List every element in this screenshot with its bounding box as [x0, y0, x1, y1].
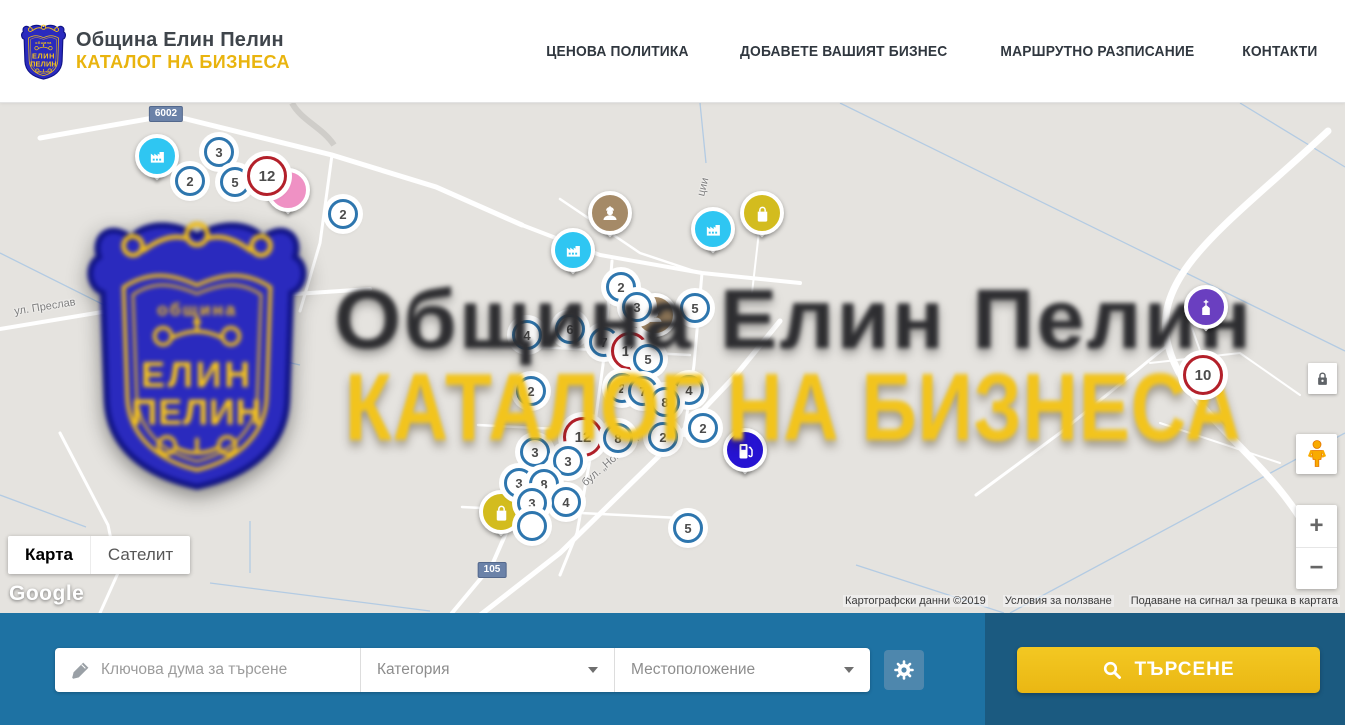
cluster-marker[interactable] — [517, 511, 547, 541]
factory-icon — [704, 220, 723, 239]
chevron-down-icon — [844, 667, 854, 673]
site-title-line1: Община Елин Пелин — [76, 29, 290, 52]
cluster-marker[interactable]: 5 — [673, 513, 703, 543]
cluster-marker[interactable]: 2 — [648, 422, 678, 452]
shopping-bag-icon — [753, 204, 772, 223]
site-title-line2: КАТАЛОГ НА БИЗНЕСА — [76, 52, 290, 73]
cluster-marker[interactable]: 8 — [603, 423, 633, 453]
lock-button[interactable] — [1308, 363, 1337, 394]
header: Община Елин Пелин КАТАЛОГ НА БИЗНЕСА ЦЕН… — [0, 0, 1345, 103]
cluster-marker[interactable]: 3 — [204, 137, 234, 167]
search-fields: Категория Местоположение — [55, 648, 870, 692]
cluster-marker[interactable]: 12 — [247, 156, 287, 196]
location-select-label: Местоположение — [631, 661, 755, 679]
site-logo[interactable]: Община Елин Пелин КАТАЛОГ НА БИЗНЕСА — [20, 21, 290, 81]
cluster-marker[interactable]: 5 — [680, 293, 710, 323]
search-icon — [1102, 660, 1122, 680]
pin-factory[interactable] — [135, 134, 179, 178]
road-badge: 6002 — [149, 106, 183, 122]
cluster-marker[interactable]: 3 — [553, 446, 583, 476]
cluster-marker[interactable]: 4 — [551, 487, 581, 517]
attribution-terms-link[interactable]: Условия за ползване — [1003, 595, 1114, 607]
road-badge: 105 — [478, 562, 507, 578]
site-title: Община Елин Пелин КАТАЛОГ НА БИЗНЕСА — [76, 29, 290, 73]
factory-icon — [564, 241, 583, 260]
gear-icon — [892, 658, 916, 682]
street-view-pegman-button[interactable] — [1296, 434, 1337, 474]
pencil-icon — [71, 661, 89, 679]
cluster-marker[interactable]: 3 — [622, 292, 652, 322]
cluster-marker[interactable]: 3 — [520, 437, 550, 467]
nav-add-business[interactable]: ДОБАВЕТЕ ВАШИЯТ БИЗНЕС — [740, 43, 947, 60]
cluster-marker[interactable]: 2 — [175, 166, 205, 196]
fuel-pump-icon — [735, 440, 755, 460]
map-type-control: Карта Сателит — [8, 536, 190, 574]
cluster-marker[interactable]: 10 — [1183, 355, 1223, 395]
cluster-marker[interactable]: 4 — [512, 320, 542, 350]
shopping-bag-icon — [492, 503, 511, 522]
google-logo[interactable]: Google — [9, 582, 84, 606]
pin-factory[interactable] — [551, 228, 595, 272]
worker-icon — [600, 203, 620, 223]
location-select[interactable]: Местоположение — [614, 648, 870, 692]
advanced-options-button[interactable] — [884, 650, 924, 690]
cluster-marker[interactable]: 2 — [328, 199, 358, 229]
municipality-crest-icon — [20, 23, 67, 81]
keyword-field-wrap — [55, 648, 360, 692]
cluster-marker[interactable]: 5 — [220, 167, 250, 197]
attribution-copyright: Картографски данни ©2019 — [843, 595, 988, 607]
category-select[interactable]: Категория — [360, 648, 614, 692]
zoom-in-button[interactable]: + — [1296, 505, 1337, 548]
pin-church[interactable] — [1184, 285, 1228, 329]
pin-fuel[interactable] — [723, 428, 767, 472]
main-nav: ЦЕНОВА ПОЛИТИКА ДОБАВЕТЕ ВАШИЯТ БИЗНЕС М… — [540, 43, 1321, 60]
category-select-label: Категория — [377, 661, 449, 679]
pin-factory[interactable] — [691, 207, 735, 251]
cluster-marker[interactable]: 8 — [650, 387, 680, 417]
church-icon — [1196, 297, 1216, 317]
page: Община Елин Пелин КАТАЛОГ НА БИЗНЕСА ЦЕН… — [0, 0, 1345, 725]
search-button[interactable]: ТЪРСЕНЕ — [1017, 647, 1320, 693]
pin-bag[interactable] — [740, 191, 784, 235]
zoom-out-button[interactable]: − — [1296, 548, 1337, 590]
search-bar: Категория Местоположение — [0, 613, 1345, 725]
cluster-marker[interactable]: 2 — [688, 413, 718, 443]
map-type-map-button[interactable]: Карта — [8, 536, 90, 574]
zoom-control: + − — [1296, 505, 1337, 589]
keyword-search-input[interactable] — [101, 661, 351, 679]
nav-pricing-policy[interactable]: ЦЕНОВА ПОЛИТИКА — [546, 43, 688, 60]
map-attribution: Картографски данни ©2019 Условия за полз… — [843, 595, 1340, 607]
attribution-report-error-link[interactable]: Подаване на сигнал за грешка в картата — [1129, 595, 1340, 607]
factory-icon — [148, 147, 167, 166]
cluster-marker[interactable]: 5 — [633, 344, 663, 374]
nav-route-schedule[interactable]: МАРШРУТНО РАЗПИСАНИЕ — [1001, 43, 1195, 60]
cluster-marker[interactable]: 2 — [516, 376, 546, 406]
map-canvas[interactable]: 3251222356471352274822128333843510ул. Пр… — [0, 103, 1345, 613]
cluster-marker[interactable]: 6 — [555, 314, 585, 344]
lock-icon — [1315, 371, 1330, 387]
map-type-satellite-button[interactable]: Сателит — [90, 536, 190, 574]
chevron-down-icon — [588, 667, 598, 673]
nav-contacts[interactable]: КОНТАКТИ — [1242, 43, 1317, 60]
search-button-label: ТЪРСЕНЕ — [1134, 659, 1234, 681]
pegman-icon — [1307, 440, 1327, 468]
